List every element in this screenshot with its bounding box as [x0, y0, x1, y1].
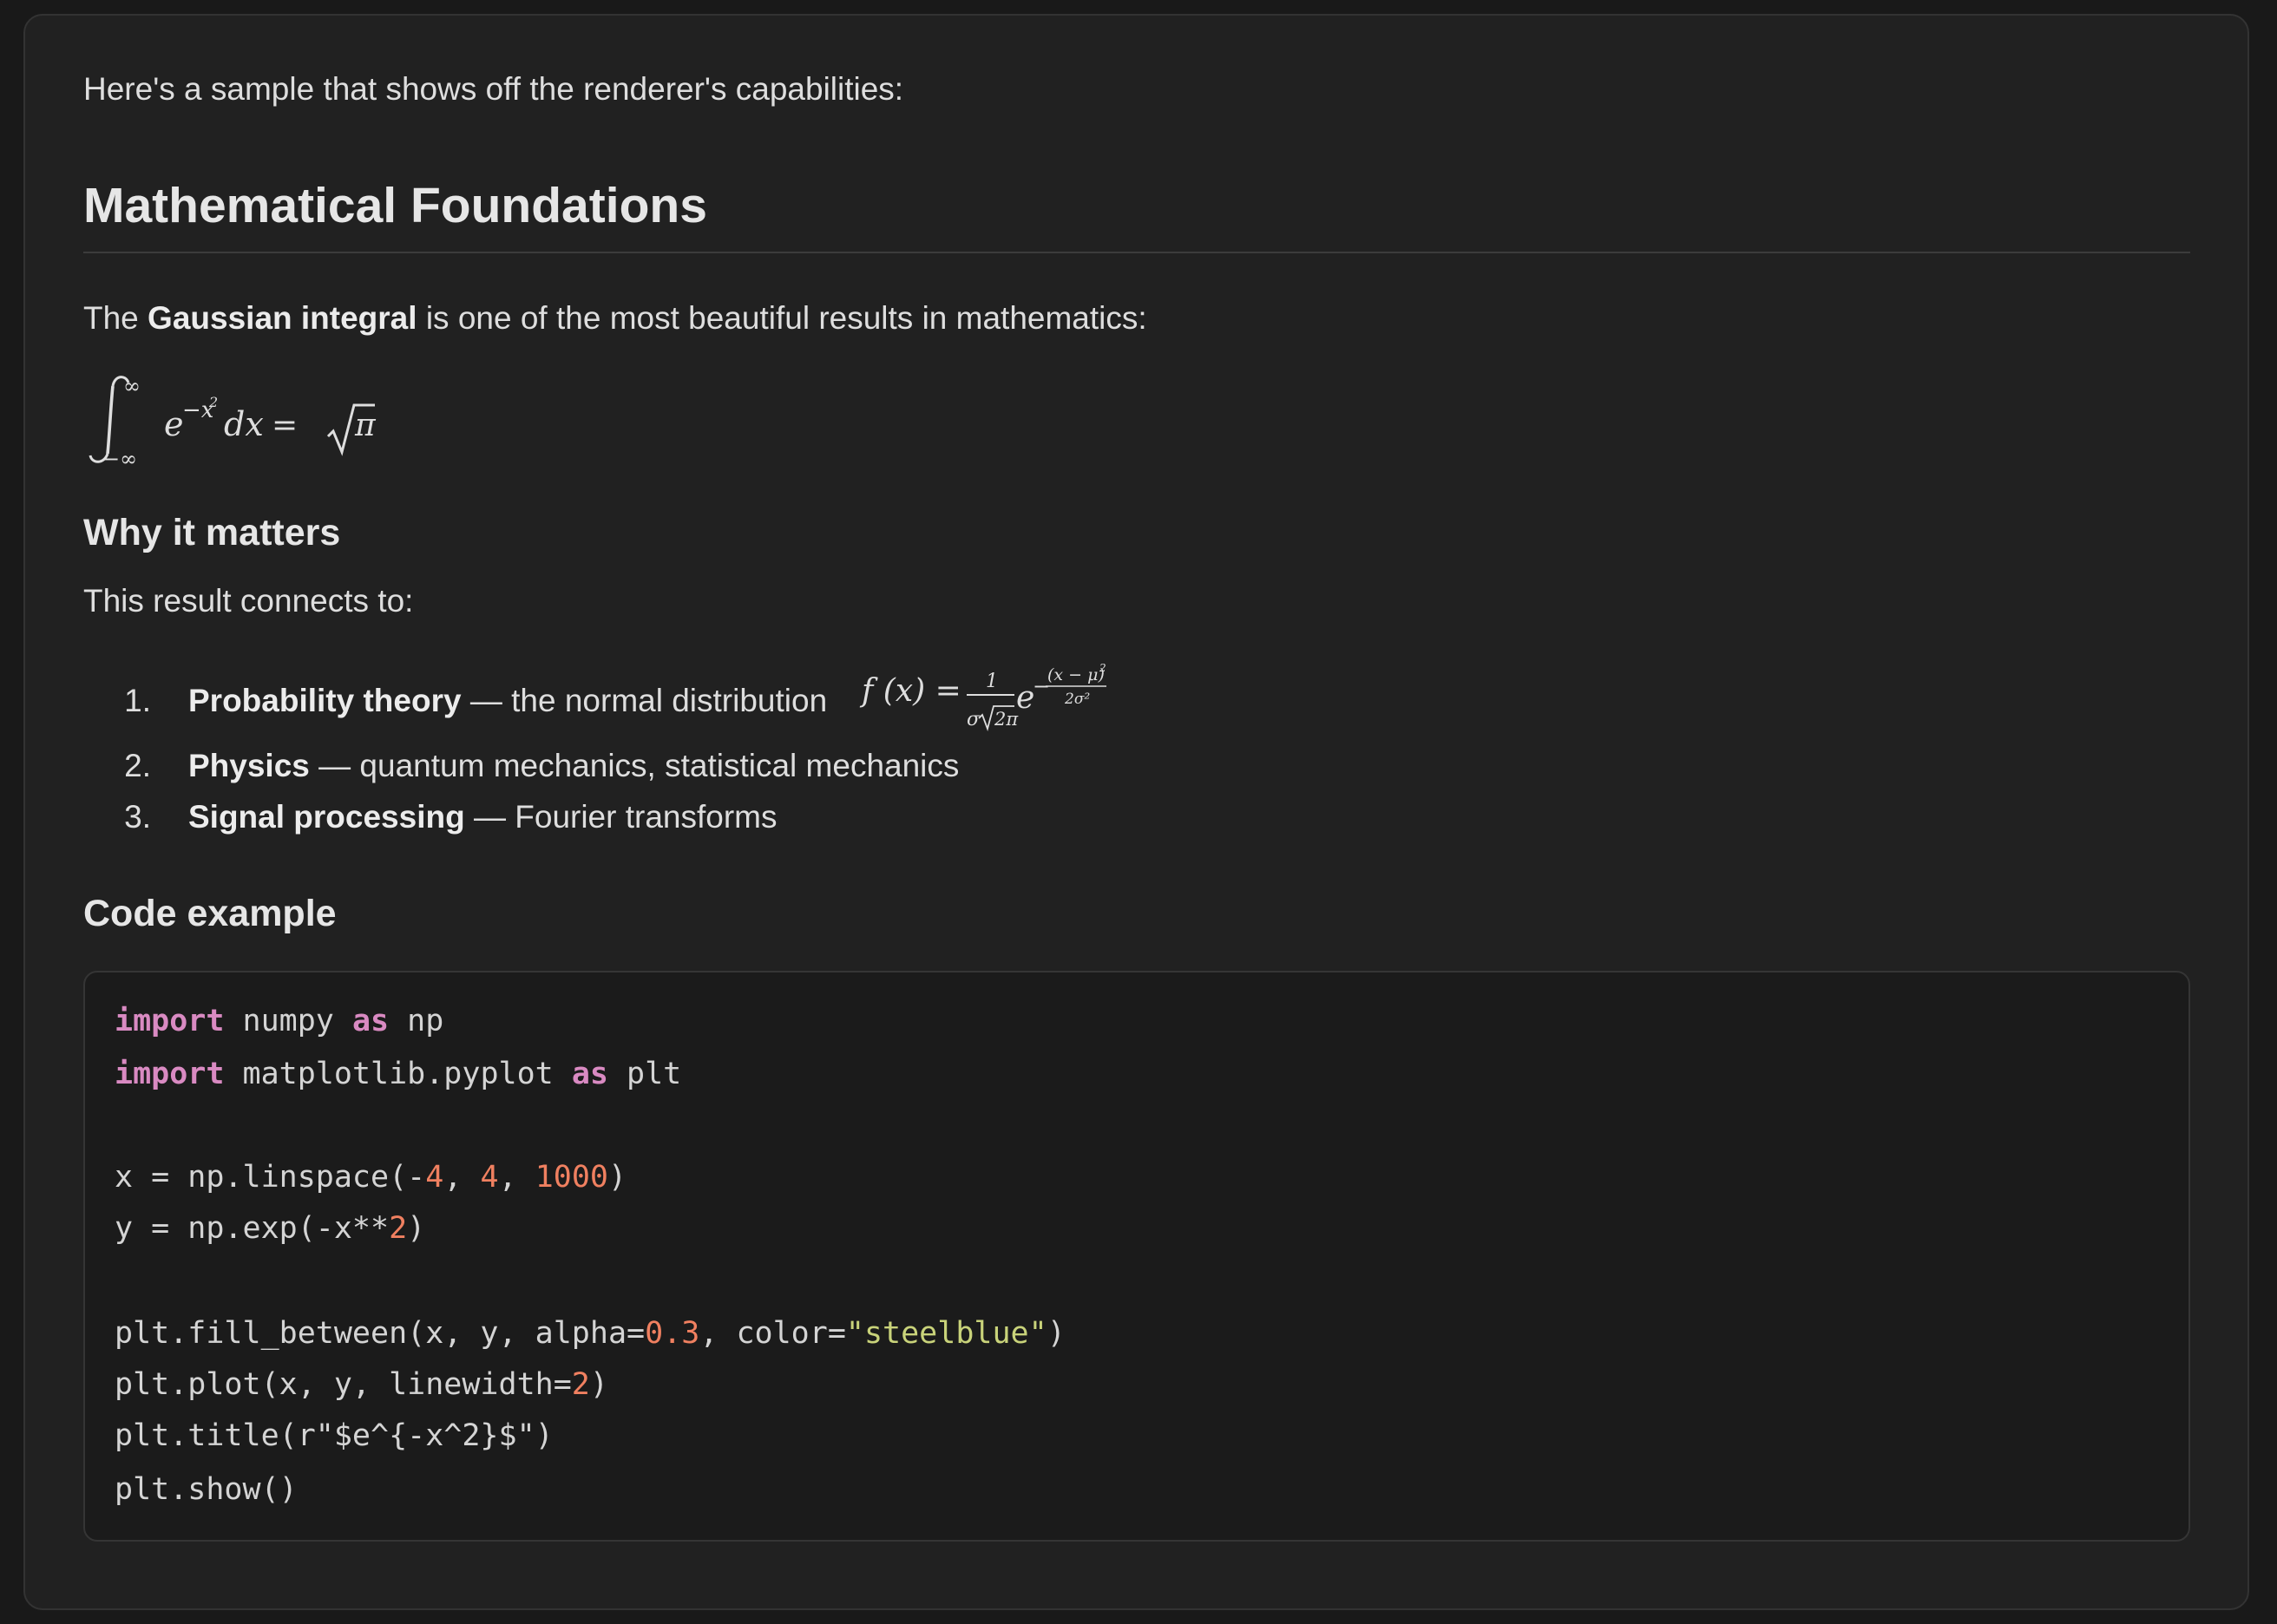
list-item-body: Signal processing — Fourier transforms: [188, 798, 778, 836]
denominator-radicand: 2π: [994, 709, 1019, 730]
code-token: ): [1047, 1316, 1066, 1351]
code-line: plt.plot(x, y, linewidth=2): [115, 1365, 608, 1404]
fraction-numerator: 1: [986, 671, 998, 692]
code-token: np: [389, 1004, 444, 1038]
list-number: 2.: [124, 748, 151, 783]
list-text: — the normal distribution: [461, 683, 828, 718]
exp-denominator: 2σ²: [1064, 691, 1090, 708]
paragraph-text: The: [83, 300, 148, 336]
code-token: import: [115, 1057, 225, 1091]
list-item-body: Physics — quantum mechanics, statistical…: [188, 747, 959, 785]
heading-mathematical-foundations: Mathematical Foundations: [83, 178, 707, 233]
bold-text: Signal processing: [188, 799, 465, 835]
code-token: y = np.exp(-x**: [115, 1211, 390, 1246]
code-line: y = np.exp(-x**2): [115, 1209, 425, 1247]
exp-exponent-power: 2: [208, 394, 218, 410]
code-token: 4: [480, 1160, 499, 1195]
heading-code-example: Code example: [83, 893, 337, 934]
list-item-body: Probability theory — the normal distribu…: [188, 682, 827, 720]
bold-text: Gaussian integral: [148, 300, 417, 336]
message-card: Here's a sample that shows off the rende…: [23, 14, 2249, 1610]
code-token: , color=: [699, 1316, 846, 1351]
code-line: x = np.linspace(-4, 4, 1000): [115, 1158, 627, 1196]
code-token: plt.plot(x, y, linewidth=: [115, 1367, 572, 1402]
code-line: plt.title(r"$e^{-x^2}$"): [115, 1417, 554, 1455]
differential: dx: [224, 405, 264, 443]
denominator-sigma: σ: [967, 709, 981, 730]
integral-lower-limit: −∞: [102, 447, 137, 471]
code-token: ): [407, 1211, 426, 1246]
code-token: ): [608, 1160, 627, 1195]
formula-lhs: f (x) =: [859, 673, 961, 709]
intro-text: Here's a sample that shows off the rende…: [83, 71, 904, 107]
code-token: plt: [607, 1057, 682, 1091]
list-text: — quantum mechanics, statistical mechani…: [309, 748, 960, 783]
code-line: import matplotlib.pyplot as plt: [115, 1055, 681, 1093]
code-line: plt.fill_between(x, y, alpha=0.3, color=…: [115, 1314, 1066, 1352]
sqrt-radicand: π: [354, 408, 377, 443]
code-token: matplotlib.pyplot: [224, 1057, 572, 1091]
code-line: plt.show(): [115, 1470, 298, 1509]
code-token: "steelblue": [845, 1316, 1047, 1351]
bold-text: Probability theory: [188, 683, 462, 718]
code-line: import numpy as np: [115, 1002, 443, 1040]
code-token: as: [351, 1004, 390, 1038]
list-number: 3.: [124, 799, 151, 835]
code-token: ,: [498, 1160, 535, 1195]
code-token: ): [589, 1367, 608, 1402]
heading-why-it-matters: Why it matters: [83, 512, 341, 553]
exp-numerator-power: 2: [1099, 663, 1106, 674]
connects-paragraph: This result connects to:: [83, 583, 414, 619]
code-token: 0.3: [645, 1316, 700, 1351]
code-token: as: [571, 1057, 608, 1091]
exp-numerator: (x − μ): [1047, 665, 1105, 684]
code-block[interactable]: import numpy as np import matplotlib.pypl…: [83, 971, 2190, 1542]
code-token: plt.fill_between(x, y, alpha=: [115, 1316, 646, 1351]
exp-base: e: [164, 405, 184, 443]
code-token: 2: [571, 1367, 590, 1402]
code-token: import: [115, 1004, 225, 1038]
code-token: plt.title(r"$e^{-x^2}$"): [115, 1418, 554, 1453]
equals-sign: =: [272, 408, 298, 443]
code-token: ,: [443, 1160, 481, 1195]
gaussian-integral-equation: ∞ −∞ e −x 2 dx = π: [89, 374, 377, 471]
code-token: 1000: [535, 1160, 608, 1195]
code-token: plt.show(): [115, 1472, 298, 1507]
normal-distribution-formula: f (x) = 1 σ 2π e − (x − μ) 2 2σ²: [859, 663, 1106, 731]
integral-upper-limit: ∞: [123, 374, 141, 398]
gaussian-paragraph: The Gaussian integral is one of the most…: [83, 299, 1147, 337]
list-number: 1.: [124, 683, 151, 718]
code-token: x = np.linspace(-: [115, 1160, 426, 1195]
paragraph-text: is one of the most beautiful results in …: [417, 300, 1147, 336]
code-token: 2: [389, 1211, 408, 1246]
heading-divider: [83, 252, 2190, 253]
code-token: numpy: [224, 1004, 352, 1038]
bold-text: Physics: [188, 748, 310, 783]
code-token: 4: [425, 1160, 444, 1195]
list-text: — Fourier transforms: [464, 799, 778, 835]
